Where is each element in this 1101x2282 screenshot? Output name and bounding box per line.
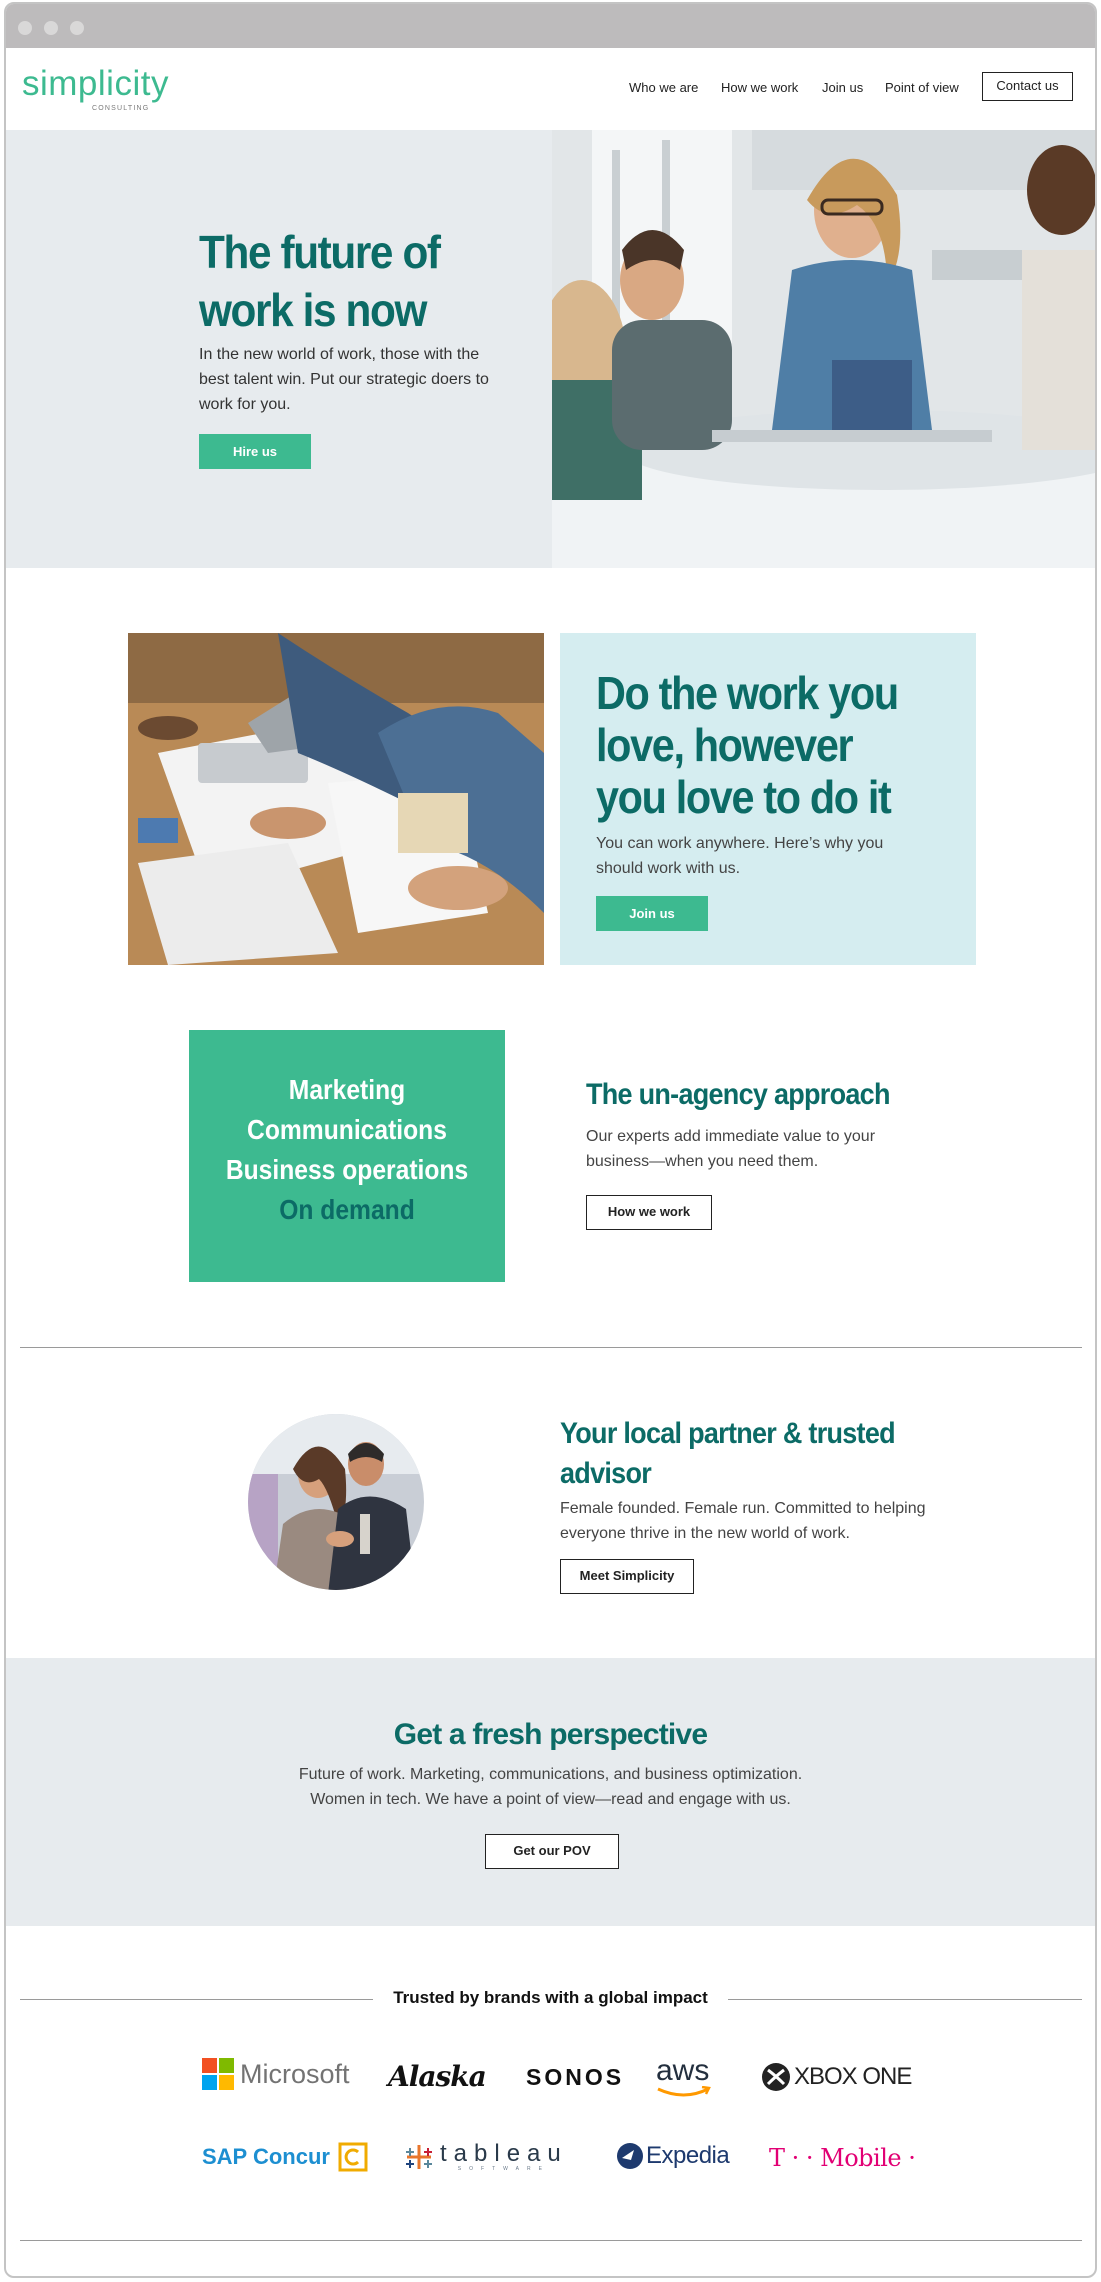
xbox-logo-icon	[762, 2063, 790, 2091]
expedia-globe-icon	[617, 2143, 643, 2169]
hire-us-button[interactable]: Hire us	[199, 434, 311, 469]
laptop-collaboration-photo	[128, 633, 544, 965]
brand-xbox-one-label: XBOX ONE	[794, 2063, 912, 2090]
perspective-text-line-2: Women in tech. We have a point of view—r…	[310, 1791, 791, 1808]
hero-text: In the new world of work, those with the…	[199, 346, 489, 413]
window-maximize-dot[interactable]	[70, 21, 84, 35]
microsoft-logo-icon	[202, 2058, 234, 2090]
work-section-title: Do the work you love, however you love t…	[596, 667, 899, 823]
browser-window: simplicity CONSULTING Who we are How we …	[4, 2, 1097, 2278]
hero-section: The future of work is now In the new wor…	[6, 130, 1095, 568]
join-us-panel: Do the work you love, however you love t…	[560, 633, 976, 965]
brand-microsoft: Microsoft	[202, 2058, 350, 2090]
brand-aws: aws	[656, 2056, 712, 2098]
brand-expedia: Expedia	[616, 2142, 730, 2170]
service-marketing: Marketing	[288, 1074, 406, 1105]
brand-t-mobile-label: T · · Mobile ·	[769, 2144, 916, 2172]
nav-who-we-are[interactable]: Who we are	[629, 80, 698, 95]
concur-logo-icon	[338, 2142, 368, 2172]
brand-alaska-label: Alaska	[388, 2060, 487, 2093]
partner-title: Your local partner & trusted advisor	[560, 1417, 896, 1490]
browser-title-bar	[6, 4, 1095, 48]
window-minimize-dot[interactable]	[44, 21, 58, 35]
perspective-title: Get a fresh perspective	[393, 1718, 708, 1751]
services-panel: Marketing Communications Business operat…	[189, 1030, 505, 1282]
window-close-dot[interactable]	[18, 21, 32, 35]
footer-divider	[20, 2240, 1082, 2241]
unagency-text: Our experts add immediate value to your …	[586, 1128, 876, 1170]
join-us-button[interactable]: Join us	[596, 896, 708, 931]
get-our-pov-button[interactable]: Get our POV	[485, 1834, 619, 1869]
meet-simplicity-button[interactable]: Meet Simplicity	[560, 1559, 694, 1594]
partner-text: Female founded. Female run. Committed to…	[560, 1500, 926, 1542]
brand-alaska: Alaska	[388, 2060, 487, 2093]
how-we-work-button[interactable]: How we work	[586, 1195, 712, 1230]
section-divider	[20, 1347, 1082, 1348]
unagency-title: The un-agency approach	[586, 1078, 890, 1111]
brand-xbox-one: XBOX ONE	[761, 2062, 912, 2092]
hero-title: The future of work is now	[199, 226, 441, 336]
brand-tableau-software-label: SOFTWARE	[457, 2166, 550, 2172]
brand-expedia-label: Expedia	[646, 2142, 730, 2169]
contact-us-button[interactable]: Contact us	[982, 72, 1073, 101]
tableau-logo-icon	[406, 2145, 432, 2169]
nav-join-us[interactable]: Join us	[822, 80, 863, 95]
brand-t-mobile: T · · Mobile ·	[769, 2144, 916, 2172]
logo-wordmark: simplicity	[22, 64, 169, 103]
nav-how-we-work[interactable]: How we work	[721, 80, 798, 95]
logo[interactable]: simplicity CONSULTING	[22, 64, 169, 113]
work-section-text: You can work anywhere. Here’s why you sh…	[596, 835, 884, 877]
brand-tableau: tableau SOFTWARE	[404, 2142, 568, 2172]
service-communications: Communications	[247, 1114, 447, 1145]
hero-team-meeting-photo	[552, 130, 1095, 568]
logo-tagline: CONSULTING	[92, 105, 150, 112]
service-business-operations: Business operations	[225, 1154, 469, 1185]
service-on-demand: On demand	[279, 1194, 415, 1225]
aws-smile-icon	[657, 2086, 711, 2097]
founders-photo	[248, 1414, 424, 1590]
brand-tableau-label: tableau	[440, 2140, 568, 2167]
brand-aws-label: aws	[656, 2054, 710, 2087]
brand-sonos: SONOS	[526, 2064, 624, 2091]
site-header: simplicity CONSULTING Who we are How we …	[6, 48, 1095, 130]
brands-heading: Trusted by brands with a global impact	[6, 1988, 1095, 2008]
brand-sonos-label: SONOS	[526, 2064, 625, 2090]
perspective-section: Get a fresh perspective Future of work. …	[6, 1658, 1095, 1926]
brand-sap-concur-label: SAP Concur	[202, 2144, 330, 2169]
nav-point-of-view[interactable]: Point of view	[885, 80, 959, 95]
brand-sap-concur: SAP Concur	[202, 2142, 368, 2172]
perspective-text-line-1: Future of work. Marketing, communication…	[298, 1766, 803, 1783]
brands-heading-text: Trusted by brands with a global impact	[381, 1988, 720, 2007]
brand-microsoft-label: Microsoft	[240, 2058, 350, 2089]
